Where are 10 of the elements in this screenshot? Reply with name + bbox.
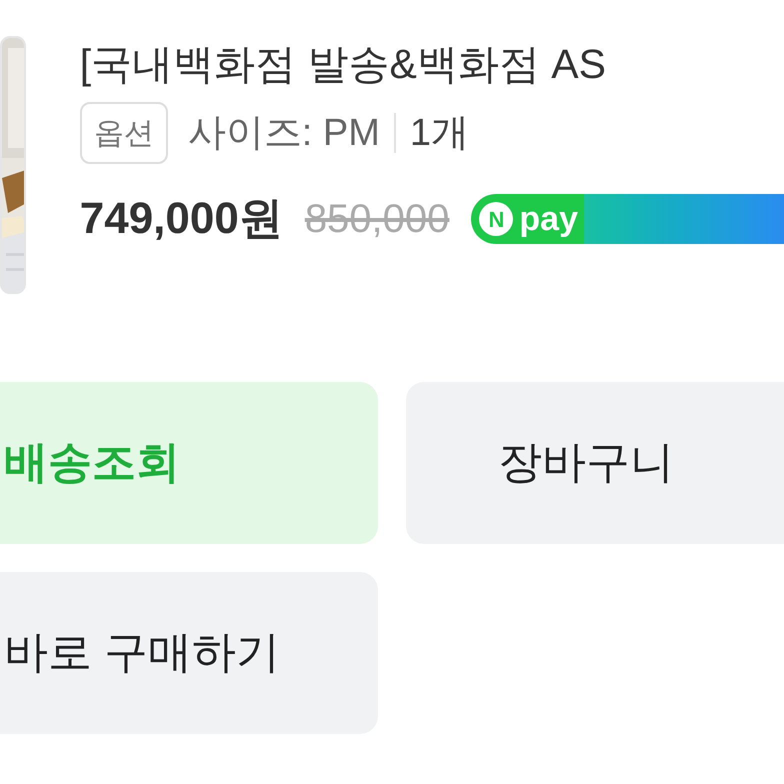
n-logo-icon: N	[479, 202, 514, 236]
sale-price: 749,000원	[80, 193, 283, 245]
action-button[interactable]: 바로 구매하기	[0, 572, 378, 734]
option-tag: 옵션	[80, 102, 168, 164]
product-title: [국내백화점 발송&백화점 AS	[80, 40, 607, 89]
original-price: 850,000	[304, 196, 450, 243]
quantity-text: 1개	[410, 110, 470, 156]
option-text: 사이즈: PM	[188, 110, 380, 156]
action-button[interactable]: 장바구니	[406, 382, 784, 544]
pay-label: pay	[519, 199, 578, 239]
